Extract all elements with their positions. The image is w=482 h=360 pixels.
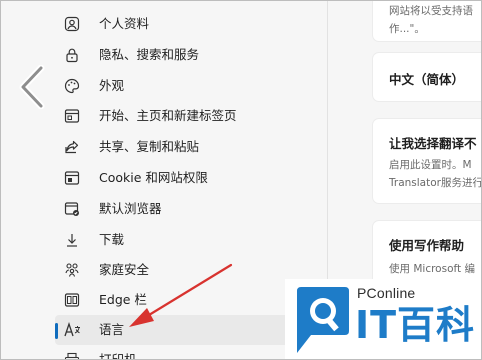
default-browser-icon xyxy=(63,200,81,218)
share-icon xyxy=(63,138,81,156)
watermark-logo: PConline IT百科 xyxy=(285,279,481,359)
sidebar-item-label: Edge 栏 xyxy=(99,292,147,307)
sidebar-item-label: 下载 xyxy=(99,232,125,247)
sidebar-item-label: 家庭安全 xyxy=(99,262,150,277)
sidebar-item-privacy[interactable]: 隐私、搜索和服务 xyxy=(55,40,319,70)
card-language-chinese[interactable]: 中文（简体） xyxy=(373,53,481,101)
card-description: 使用 Microsoft 编 xyxy=(389,263,475,275)
sidebar-item-label: 打印机 xyxy=(99,352,137,360)
language-icon xyxy=(63,321,81,339)
sidebar-item-edge-bar[interactable]: Edge 栏 xyxy=(55,285,319,315)
language-name: 中文（简体） xyxy=(389,72,465,87)
pconline-logo-icon xyxy=(297,287,349,353)
settings-window: 个人资料 隐私、搜索和服务 外观 开始、主页和新建标签页 共享、复制和粘贴 Co… xyxy=(0,0,482,360)
active-indicator xyxy=(55,323,58,339)
home-page-icon xyxy=(63,107,81,125)
sidebar-item-default-browser[interactable]: 默认浏览器 xyxy=(55,194,319,224)
watermark-name: IT百科 xyxy=(355,303,476,347)
appearance-icon xyxy=(63,77,81,95)
sidebar-item-start-home[interactable]: 开始、主页和新建标签页 xyxy=(55,101,319,131)
back-chevron-icon[interactable] xyxy=(15,64,47,110)
sidebar-item-label: Cookie 和网站权限 xyxy=(99,170,208,185)
download-icon xyxy=(63,231,81,249)
site-permissions-icon xyxy=(63,169,81,187)
sidebar-item-label: 默认浏览器 xyxy=(99,201,162,216)
sidebar-item-printers[interactable]: 打印机 xyxy=(55,345,319,360)
card-description: 启用此设置时。M xyxy=(389,159,472,171)
sidebar-item-cookies[interactable]: Cookie 和网站权限 xyxy=(55,163,319,193)
sidebar-item-downloads[interactable]: 下载 xyxy=(55,225,319,255)
card-description: Translator服务进行 xyxy=(389,177,482,189)
edge-bar-icon xyxy=(63,291,81,309)
card-website-languages: 网站将以受支持语 作..."。 xyxy=(373,1,481,41)
sidebar-item-label: 个人资料 xyxy=(99,16,150,31)
sidebar-item-family-safety[interactable]: 家庭安全 xyxy=(55,255,319,285)
lock-icon xyxy=(63,46,81,64)
card-description: 网站将以受支持语 xyxy=(389,5,473,17)
sidebar-item-label: 共享、复制和粘贴 xyxy=(99,139,200,154)
sidebar-item-profile[interactable]: 个人资料 xyxy=(55,9,319,39)
card-description: 作..."。 xyxy=(389,23,425,35)
card-offer-translate: 让我选择翻译不 启用此设置时。M Translator服务进行 xyxy=(373,119,482,203)
profile-icon xyxy=(63,15,81,33)
sidebar-item-appearance[interactable]: 外观 xyxy=(55,71,319,101)
sidebar-item-label: 开始、主页和新建标签页 xyxy=(99,108,237,123)
sidebar-item-label: 隐私、搜索和服务 xyxy=(99,47,200,62)
family-icon xyxy=(63,261,81,279)
sidebar-item-languages[interactable]: 语言 xyxy=(55,315,319,345)
card-title: 使用写作帮助 xyxy=(389,238,465,253)
sidebar-item-share-copy[interactable]: 共享、复制和粘贴 xyxy=(55,132,319,162)
sidebar-item-label: 语言 xyxy=(99,322,125,337)
watermark-brand: PConline xyxy=(357,285,416,301)
printer-icon xyxy=(63,351,81,359)
sidebar-item-label: 外观 xyxy=(99,78,125,93)
card-title: 让我选择翻译不 xyxy=(389,136,477,151)
